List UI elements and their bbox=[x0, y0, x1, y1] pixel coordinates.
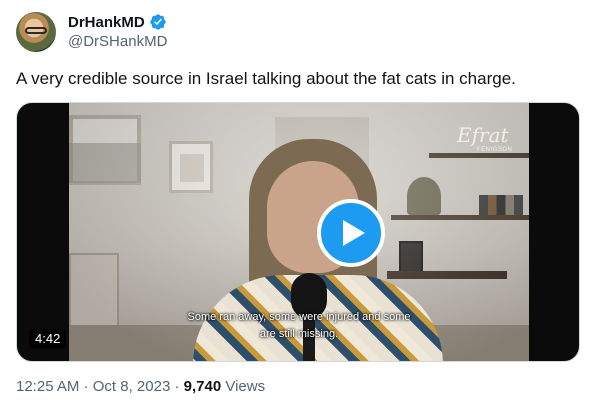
watermark-signature: Efrat bbox=[457, 123, 509, 147]
video-player[interactable]: Efrat FENIGSON Some ran away, some were … bbox=[16, 102, 580, 362]
video-duration-badge: 4:42 bbox=[29, 329, 67, 349]
video-watermark: Efrat FENIGSON bbox=[457, 123, 521, 159]
verified-badge-icon[interactable] bbox=[149, 13, 167, 31]
meta-separator: · bbox=[79, 378, 93, 395]
caption-line-2: are still missing. bbox=[259, 328, 339, 340]
avatar-glasses bbox=[25, 27, 47, 34]
author-display-name[interactable]: DrHankMD bbox=[68, 14, 145, 31]
author-row: DrHankMD bbox=[68, 12, 167, 32]
avatar[interactable] bbox=[16, 12, 56, 52]
tweet-date[interactable]: Oct 8, 2023 bbox=[93, 378, 171, 395]
tweet: DrHankMD @DrSHankMD A very credible sour… bbox=[0, 0, 596, 409]
views-count[interactable]: 9,740 bbox=[184, 378, 222, 395]
video-frame: Efrat FENIGSON Some ran away, some were … bbox=[69, 103, 529, 361]
caption-line-1: Some ran away, some were injured and som… bbox=[187, 311, 411, 323]
tweet-metadata: 12:25 AM · Oct 8, 2023 · 9,740 Views bbox=[16, 378, 265, 395]
meta-separator: · bbox=[170, 378, 184, 395]
tweet-time[interactable]: 12:25 AM bbox=[16, 378, 79, 395]
views-label: Views bbox=[221, 378, 266, 395]
play-button[interactable] bbox=[317, 199, 385, 267]
video-caption: Some ran away, some were injured and som… bbox=[69, 309, 529, 343]
play-icon bbox=[343, 220, 365, 246]
tweet-text: A very credible source in Israel talking… bbox=[16, 69, 516, 88]
author-handle[interactable]: @DrSHankMD bbox=[68, 33, 167, 50]
watermark-subtitle: FENIGSON bbox=[477, 147, 513, 153]
